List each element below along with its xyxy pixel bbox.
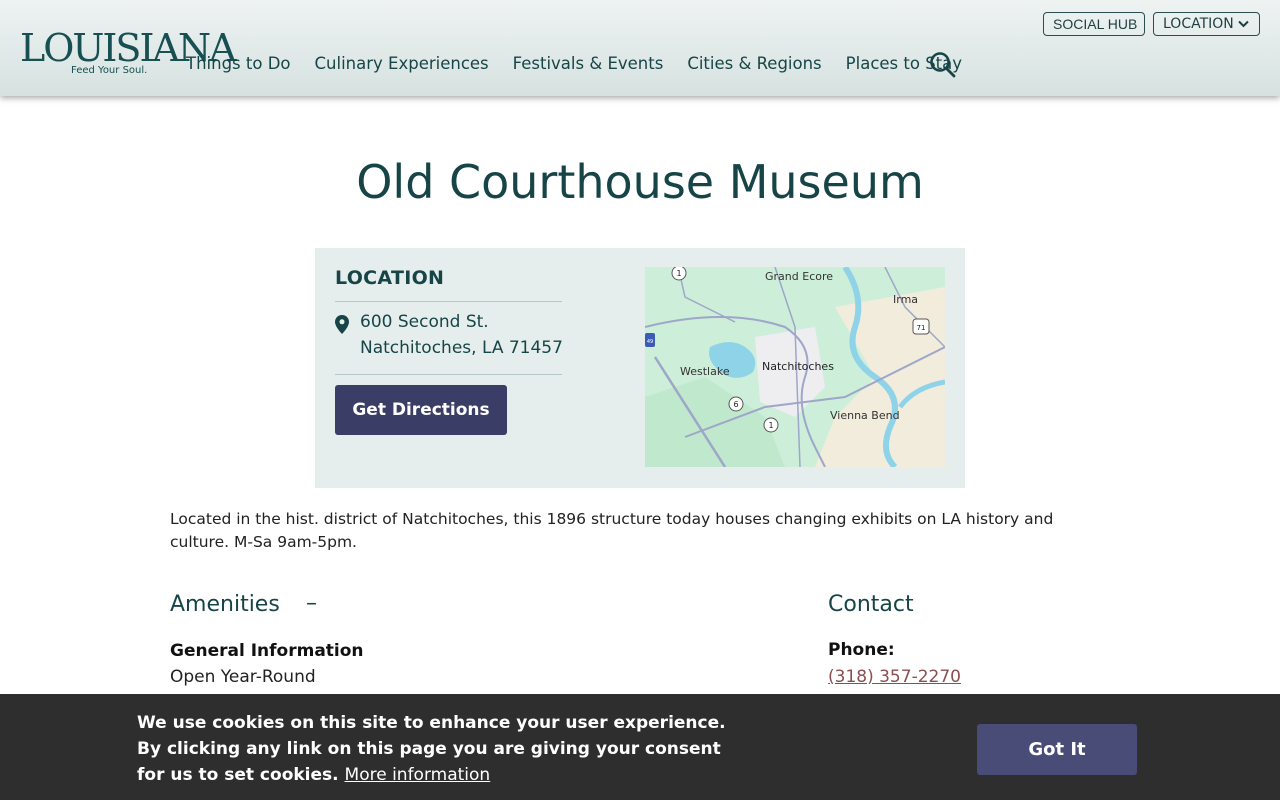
social-hub-button[interactable]: SOCIAL HUB	[1043, 12, 1145, 36]
attraction-description: Located in the hist. district of Natchit…	[170, 510, 1054, 551]
location-dropdown[interactable]: LOCATION	[1153, 12, 1260, 36]
nav-festivals-events[interactable]: Festivals & Events	[513, 52, 664, 76]
phone-label: Phone:	[828, 640, 895, 660]
map-route-shield-label: 71	[917, 324, 926, 332]
main-nav: Things to Do Culinary Experiences Festiv…	[186, 52, 986, 76]
get-directions-button[interactable]: Get Directions	[335, 385, 507, 435]
search-icon[interactable]	[929, 51, 956, 78]
contact-heading: Contact	[828, 592, 914, 617]
page-title: Old Courthouse Museum	[356, 155, 924, 209]
location-heading: LOCATION	[335, 267, 445, 289]
louisiana-logo[interactable]: LOUISIANA Feed Your Soul.	[20, 26, 237, 78]
divider	[335, 374, 562, 375]
map-pin-icon	[335, 315, 349, 334]
map-label: Westlake	[680, 365, 730, 378]
more-information-link[interactable]: More information	[345, 765, 491, 785]
address-line-1: 600 Second St.	[360, 312, 489, 332]
map-route-shield-label: 6	[733, 400, 738, 409]
site-header: LOUISIANA Feed Your Soul. Things to Do C…	[0, 0, 1280, 96]
map-label: Vienna Bend	[830, 409, 900, 422]
map-label: Natchitoches	[762, 360, 834, 373]
map-route-shield-label: 1	[676, 269, 681, 278]
got-it-button[interactable]: Got It	[977, 724, 1137, 775]
cookie-banner: We use cookies on this site to enhance y…	[0, 694, 1280, 800]
general-information-label: General Information	[170, 641, 364, 661]
amenity-item: Open Year-Round	[170, 667, 316, 687]
map-label: Grand Ecore	[765, 270, 833, 283]
logo-tagline: Feed Your Soul.	[71, 65, 148, 76]
nav-things-to-do[interactable]: Things to Do	[186, 52, 291, 76]
map-label: Irma	[893, 293, 918, 306]
amenities-heading: Amenities	[170, 592, 280, 617]
divider	[335, 301, 562, 302]
chevron-down-icon	[1238, 20, 1249, 28]
amenities-collapse-toggle[interactable]: –	[306, 591, 317, 616]
nav-culinary-experiences[interactable]: Culinary Experiences	[315, 52, 489, 76]
map-route-shield-label: 1	[768, 421, 773, 430]
map-canvas: 1 71 6 1 49 Grand Ecore Irma Westlake Na…	[645, 267, 945, 467]
nav-cities-regions[interactable]: Cities & Regions	[687, 52, 821, 76]
cookie-message: We use cookies on this site to enhance y…	[137, 710, 747, 788]
location-dropdown-label: LOCATION	[1163, 16, 1234, 32]
location-card: LOCATION 600 Second St. Natchitoches, LA…	[315, 248, 965, 488]
location-map[interactable]: 1 71 6 1 49 Grand Ecore Irma Westlake Na…	[645, 267, 945, 467]
phone-link[interactable]: (318) 357-2270	[828, 667, 961, 687]
address-line-2: Natchitoches, LA 71457	[360, 338, 563, 358]
map-route-shield-label: 49	[647, 339, 653, 345]
